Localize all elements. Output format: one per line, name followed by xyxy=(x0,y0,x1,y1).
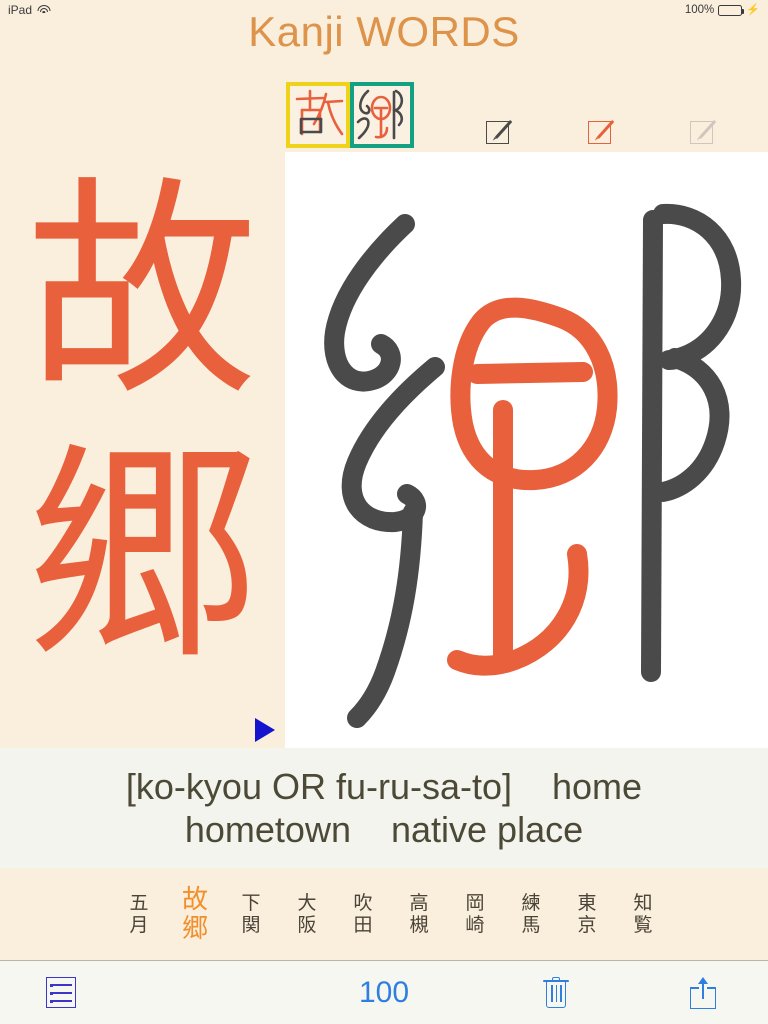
word-bottom-6: 崎 xyxy=(465,913,485,936)
item-count[interactable]: 100 xyxy=(0,961,768,1024)
thumbnail-ko[interactable] xyxy=(286,82,350,148)
reading-meaning-panel: [ko-kyou OR fu-ru-sa-to] home hometown n… xyxy=(0,748,768,868)
word-bottom-5: 槻 xyxy=(409,913,429,936)
share-icon xyxy=(690,975,716,1009)
edit-tool-group xyxy=(486,118,718,146)
word-top-2: 下 xyxy=(241,891,261,914)
drawing-canvas[interactable] xyxy=(285,152,768,748)
word-cell-0[interactable]: 五月 xyxy=(111,891,167,936)
edit-pencil-orange-icon[interactable] xyxy=(588,118,616,146)
share-button[interactable] xyxy=(690,975,716,1009)
word-cell-6[interactable]: 岡崎 xyxy=(447,891,503,936)
word-top-1: 故 xyxy=(181,884,208,915)
edit-pencil-dark-icon[interactable] xyxy=(486,118,514,146)
play-button[interactable] xyxy=(255,718,275,742)
reference-character-panel: 故 郷 xyxy=(0,152,284,748)
trash-icon xyxy=(543,977,569,1009)
thumbnail-strip xyxy=(286,82,414,148)
word-top-5: 高 xyxy=(409,891,429,914)
reading-line-2: hometown native place xyxy=(184,809,584,850)
page-title: Kanji WORDS xyxy=(248,8,520,55)
word-bottom-8: 京 xyxy=(577,913,597,936)
word-top-9: 知 xyxy=(633,891,653,914)
word-cell-9[interactable]: 知覧 xyxy=(615,891,671,936)
word-cell-4[interactable]: 吹田 xyxy=(335,891,391,936)
word-top-6: 岡 xyxy=(465,891,485,914)
word-bottom-3: 阪 xyxy=(297,913,317,936)
delete-button[interactable] xyxy=(543,977,569,1009)
word-top-8: 東 xyxy=(577,891,597,914)
word-bottom-9: 覧 xyxy=(633,913,653,936)
word-cell-1[interactable]: 故郷 xyxy=(167,887,223,942)
word-grid: 五月 故郷 下関 大阪 吹田 高槻 岡崎 練馬 東京 知覧 xyxy=(0,868,768,960)
word-bottom-2: 関 xyxy=(241,913,261,936)
reading-line-1: [ko-kyou OR fu-ru-sa-to] home xyxy=(125,765,643,807)
reference-char-2: 郷 xyxy=(25,421,258,691)
word-cell-7[interactable]: 練馬 xyxy=(503,891,559,936)
word-bottom-7: 馬 xyxy=(521,913,541,936)
edit-pencil-grey-icon[interactable] xyxy=(690,118,718,146)
reference-char-1: 故 xyxy=(25,157,258,427)
word-cell-8[interactable]: 東京 xyxy=(559,891,615,936)
word-top-0: 五 xyxy=(129,891,149,914)
word-cell-5[interactable]: 高槻 xyxy=(391,891,447,936)
word-bottom-0: 月 xyxy=(129,913,149,936)
word-top-4: 吹 xyxy=(353,891,373,914)
thumbnail-kyou[interactable] xyxy=(350,82,414,148)
word-cell-3[interactable]: 大阪 xyxy=(279,891,335,936)
word-top-7: 練 xyxy=(521,891,541,914)
word-cell-2[interactable]: 下関 xyxy=(223,891,279,936)
word-top-3: 大 xyxy=(297,891,317,914)
bottom-toolbar: 100 xyxy=(0,960,768,1024)
word-bottom-4: 田 xyxy=(353,913,373,936)
word-bottom-1: 郷 xyxy=(181,913,208,944)
